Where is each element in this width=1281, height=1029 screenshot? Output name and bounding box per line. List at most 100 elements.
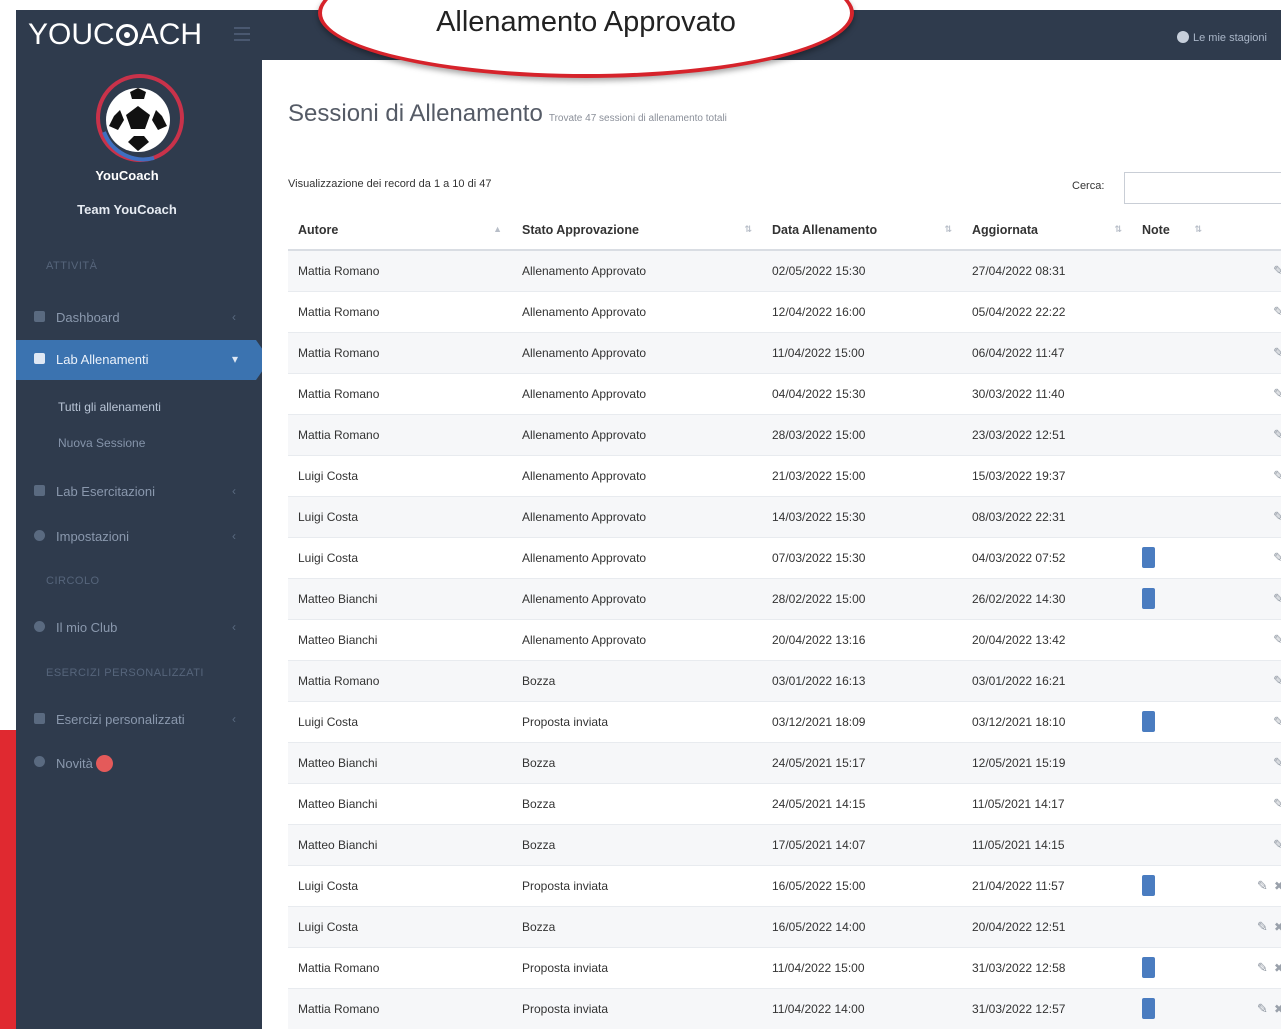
- sidebar-item-news[interactable]: Novità: [16, 743, 262, 783]
- note-icon[interactable]: [1142, 998, 1155, 1020]
- column-header-updated[interactable]: Aggiornata ⇅: [962, 210, 1132, 251]
- table-row[interactable]: Luigi Costa Proposta inviata 03/12/2021 18…: [288, 700, 1281, 742]
- cell-date: 12/04/2022 16:00: [762, 290, 962, 332]
- table-row[interactable]: Mattia Romano Proposta inviata 11/04/2022 …: [288, 946, 1281, 988]
- table-row[interactable]: Luigi Costa Allenamento Approvato 14/03/20…: [288, 495, 1281, 537]
- table-row[interactable]: Matteo Bianchi Allenamento Approvato 28/02…: [288, 577, 1281, 619]
- sidebar-item-settings[interactable]: Impostazioni ‹: [16, 517, 262, 557]
- cell-actions: ✎: [1212, 659, 1281, 701]
- table-row[interactable]: Mattia Romano Bozza 03/01/2022 16:13 03/01/…: [288, 659, 1281, 701]
- table-row[interactable]: Mattia Romano Allenamento Approvato 28/03/…: [288, 413, 1281, 455]
- cell-actions: ✎: [1212, 536, 1281, 578]
- news-icon: [34, 756, 45, 767]
- season-link[interactable]: Le mie stagioni: [1177, 31, 1267, 44]
- column-header-author[interactable]: Autore ▲: [288, 210, 512, 251]
- column-header-date[interactable]: Data Allenamento ⇅: [762, 210, 962, 251]
- table-row[interactable]: Mattia Romano Allenamento Approvato 02/05/…: [288, 249, 1281, 291]
- cell-author: Matteo Bianchi: [288, 618, 512, 660]
- edit-icon[interactable]: ✎: [1257, 878, 1268, 893]
- cell-status: Bozza: [512, 741, 762, 783]
- cell-note: [1132, 659, 1212, 701]
- edit-icon[interactable]: ✎: [1273, 304, 1281, 319]
- edit-icon[interactable]: ✎: [1257, 919, 1268, 934]
- cell-actions: ✎: [1212, 495, 1281, 537]
- edit-icon[interactable]: ✎: [1273, 386, 1281, 401]
- table-row[interactable]: Matteo Bianchi Bozza 17/05/2021 14:07 11/05…: [288, 823, 1281, 865]
- edit-icon[interactable]: ✎: [1273, 591, 1281, 606]
- edit-icon[interactable]: ✎: [1273, 263, 1281, 278]
- cell-actions: ✎✖: [1212, 905, 1281, 947]
- table-row[interactable]: Matteo Bianchi Bozza 24/05/2021 15:17 12/05…: [288, 741, 1281, 783]
- edit-icon[interactable]: ✎: [1273, 427, 1281, 442]
- sidebar-item-custom-exercises[interactable]: Esercizi personalizzati ‹: [16, 700, 262, 740]
- delete-icon[interactable]: ✖: [1274, 1002, 1281, 1016]
- note-icon[interactable]: [1142, 957, 1155, 978]
- cell-author: Luigi Costa: [288, 700, 512, 742]
- table-row[interactable]: Mattia Romano Allenamento Approvato 04/04/…: [288, 372, 1281, 414]
- subitem-new-session[interactable]: Nuova Sessione: [58, 436, 145, 450]
- note-icon[interactable]: [1142, 547, 1155, 568]
- sidebar-item-training-lab[interactable]: Lab Allenamenti ▾: [16, 340, 270, 380]
- cell-status: Allenamento Approvato: [512, 372, 762, 414]
- sidebar-item-exercise-lab[interactable]: Lab Esercitazioni ‹: [16, 472, 262, 512]
- cell-status: Allenamento Approvato: [512, 495, 762, 537]
- edit-icon[interactable]: ✎: [1273, 632, 1281, 647]
- page-subtitle: Trovate 47 sessioni di allenamento total…: [548, 113, 727, 124]
- chevron-left-icon: ‹: [232, 484, 236, 498]
- table-row[interactable]: Mattia Romano Allenamento Approvato 12/04/…: [288, 290, 1281, 332]
- delete-icon[interactable]: ✖: [1274, 961, 1281, 975]
- cell-updated: 27/04/2022 08:31: [962, 249, 1132, 291]
- edit-icon[interactable]: ✎: [1273, 755, 1281, 770]
- sidebar-item-my-club[interactable]: Il mio Club ‹: [16, 608, 262, 648]
- search-input[interactable]: [1124, 172, 1281, 204]
- cell-status: Allenamento Approvato: [512, 536, 762, 578]
- delete-icon[interactable]: ✖: [1274, 920, 1281, 934]
- edit-icon[interactable]: ✎: [1273, 550, 1281, 565]
- edit-icon[interactable]: ✎: [1257, 1001, 1268, 1016]
- note-icon[interactable]: [1142, 711, 1155, 732]
- soccer-ball-logo-icon: [96, 74, 184, 162]
- cell-updated: 23/03/2022 12:51: [962, 413, 1132, 455]
- table-row[interactable]: Matteo Bianchi Allenamento Approvato 20/04…: [288, 618, 1281, 660]
- brand-logo[interactable]: YOUC ACH: [28, 18, 202, 52]
- table-row[interactable]: Luigi Costa Bozza 16/05/2022 14:00 20/04/20…: [288, 905, 1281, 947]
- edit-icon[interactable]: ✎: [1273, 796, 1281, 811]
- table-row[interactable]: Luigi Costa Allenamento Approvato 07/03/20…: [288, 536, 1281, 578]
- sort-icon: ⇅: [944, 224, 952, 234]
- edit-icon[interactable]: ✎: [1273, 673, 1281, 688]
- column-header-status[interactable]: Stato Approvazione ⇅: [512, 210, 762, 251]
- edit-icon[interactable]: ✎: [1273, 468, 1281, 483]
- note-icon[interactable]: [1142, 588, 1155, 609]
- menu-toggle-icon[interactable]: [234, 27, 250, 41]
- edit-icon[interactable]: ✎: [1257, 960, 1268, 975]
- cell-author: Mattia Romano: [288, 946, 512, 988]
- table-row[interactable]: Mattia Romano Proposta inviata 11/04/2022 …: [288, 987, 1281, 1029]
- edit-icon[interactable]: ✎: [1273, 714, 1281, 729]
- table-row[interactable]: Luigi Costa Allenamento Approvato 21/03/20…: [288, 454, 1281, 496]
- cell-status: Allenamento Approvato: [512, 454, 762, 496]
- cell-updated: 15/03/2022 19:37: [962, 454, 1132, 496]
- sidebar-item-dashboard[interactable]: Dashboard ‹: [16, 298, 262, 338]
- cell-note: [1132, 905, 1212, 947]
- cell-status: Allenamento Approvato: [512, 618, 762, 660]
- table-row[interactable]: Luigi Costa Proposta inviata 16/05/2022 15…: [288, 864, 1281, 906]
- cell-date: 07/03/2022 15:30: [762, 536, 962, 578]
- cell-author: Mattia Romano: [288, 331, 512, 373]
- note-icon[interactable]: [1142, 875, 1155, 896]
- delete-icon[interactable]: ✖: [1274, 879, 1281, 893]
- cell-date: 24/05/2021 15:17: [762, 741, 962, 783]
- red-accent-strip: [0, 730, 16, 1029]
- custom-exercises-icon: [34, 713, 45, 724]
- edit-icon[interactable]: ✎: [1273, 837, 1281, 852]
- edit-icon[interactable]: ✎: [1273, 509, 1281, 524]
- table-row[interactable]: Mattia Romano Allenamento Approvato 11/04/…: [288, 331, 1281, 373]
- table-row[interactable]: Matteo Bianchi Bozza 24/05/2021 14:15 11/05…: [288, 782, 1281, 824]
- cell-date: 11/04/2022 15:00: [762, 331, 962, 373]
- team-short-name: YouCoach: [95, 168, 159, 183]
- cell-status: Proposta inviata: [512, 700, 762, 742]
- subitem-all-trainings[interactable]: Tutti gli allenamenti: [58, 400, 161, 414]
- column-header-notes[interactable]: Note ⇅: [1132, 210, 1212, 251]
- edit-icon[interactable]: ✎: [1273, 345, 1281, 360]
- section-club: CIRCOLO: [46, 575, 100, 587]
- cell-actions: ✎: [1212, 454, 1281, 496]
